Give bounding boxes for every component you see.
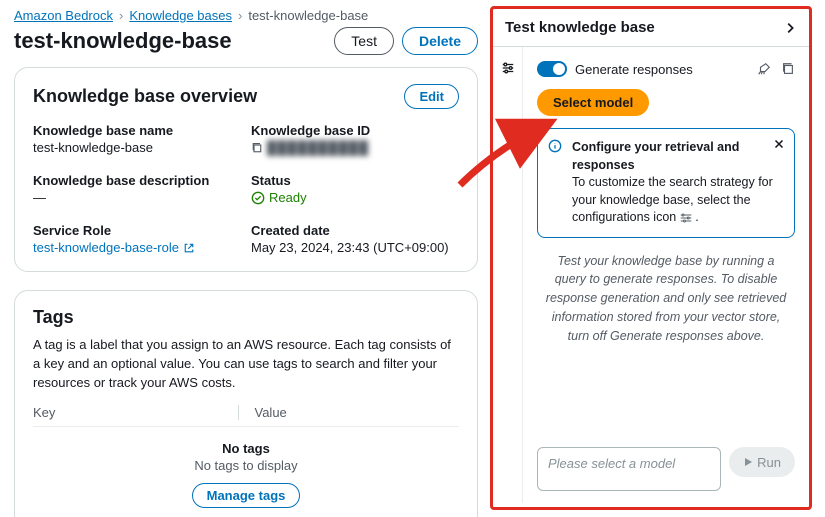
status-label: Status bbox=[251, 173, 459, 188]
test-button[interactable]: Test bbox=[334, 27, 394, 55]
external-link-icon bbox=[183, 242, 195, 254]
copy-icon[interactable] bbox=[251, 142, 263, 154]
info-title: Configure your retrieval and responses bbox=[572, 140, 739, 172]
breadcrumb-sep: › bbox=[119, 8, 123, 23]
info-end: . bbox=[695, 210, 698, 224]
role-link[interactable]: test-knowledge-base-role bbox=[33, 240, 241, 255]
overview-heading: Knowledge base overview bbox=[33, 86, 257, 107]
kb-name-value: test-knowledge-base bbox=[33, 140, 241, 155]
page-title: test-knowledge-base bbox=[14, 28, 232, 54]
settings-sliders-icon[interactable] bbox=[501, 61, 515, 75]
kb-desc-value: — bbox=[33, 190, 241, 205]
close-icon[interactable] bbox=[772, 137, 786, 151]
generate-responses-label: Generate responses bbox=[575, 62, 693, 77]
tags-col-value: Value bbox=[239, 405, 460, 420]
delete-button[interactable]: Delete bbox=[402, 27, 478, 55]
copy-icon[interactable] bbox=[781, 62, 795, 76]
created-label: Created date bbox=[251, 223, 459, 238]
edit-button[interactable]: Edit bbox=[404, 84, 459, 109]
tags-empty-sub: No tags to display bbox=[33, 458, 459, 473]
breadcrumb-root[interactable]: Amazon Bedrock bbox=[14, 8, 113, 23]
tags-description: A tag is a label that you assign to an A… bbox=[33, 336, 459, 393]
info-body: To customize the search strategy for you… bbox=[572, 175, 773, 224]
inline-sliders-icon bbox=[680, 213, 692, 223]
kb-id-value: ██████████ bbox=[251, 140, 459, 155]
breadcrumb: Amazon Bedrock › Knowledge bases › test-… bbox=[14, 8, 478, 23]
tags-col-key: Key bbox=[33, 405, 239, 420]
tags-heading: Tags bbox=[33, 307, 459, 328]
panel-help-text: Test your knowledge base by running a qu… bbox=[537, 252, 795, 346]
play-icon bbox=[743, 457, 753, 467]
manage-tags-button[interactable]: Manage tags bbox=[192, 483, 301, 508]
tags-table-header: Key Value bbox=[33, 405, 459, 427]
broom-icon[interactable] bbox=[757, 62, 771, 76]
kb-name-label: Knowledge base name bbox=[33, 123, 241, 138]
role-label: Service Role bbox=[33, 223, 241, 238]
info-alert: Configure your retrieval and responses T… bbox=[537, 128, 795, 238]
chevron-right-icon[interactable] bbox=[783, 21, 797, 35]
run-button[interactable]: Run bbox=[729, 447, 795, 477]
test-panel: Test knowledge base Generate responses S… bbox=[490, 6, 812, 510]
info-icon bbox=[548, 139, 562, 153]
breadcrumb-mid[interactable]: Knowledge bases bbox=[129, 8, 232, 23]
kb-id-label: Knowledge base ID bbox=[251, 123, 459, 138]
panel-title: Test knowledge base bbox=[505, 19, 655, 36]
breadcrumb-leaf: test-knowledge-base bbox=[248, 8, 368, 23]
created-value: May 23, 2024, 23:43 (UTC+09:00) bbox=[251, 240, 459, 255]
breadcrumb-sep: › bbox=[238, 8, 242, 23]
select-model-button[interactable]: Select model bbox=[537, 89, 649, 116]
overview-card: Knowledge base overview Edit Knowledge b… bbox=[14, 67, 478, 272]
tags-card: Tags A tag is a label that you assign to… bbox=[14, 290, 478, 517]
tags-empty-title: No tags bbox=[33, 441, 459, 456]
kb-desc-label: Knowledge base description bbox=[33, 173, 241, 188]
generate-responses-toggle[interactable] bbox=[537, 61, 567, 77]
query-input[interactable]: Please select a model bbox=[537, 447, 721, 491]
status-value: Ready bbox=[251, 190, 459, 205]
check-circle-icon bbox=[251, 191, 265, 205]
